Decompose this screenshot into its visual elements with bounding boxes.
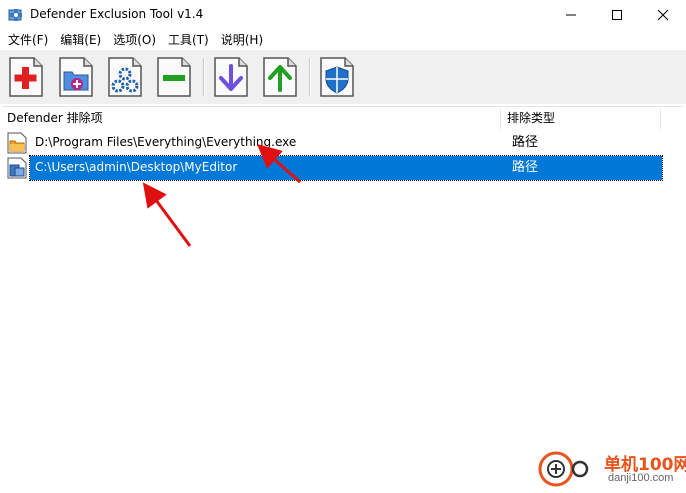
menu-tools[interactable]: 工具(T)	[162, 30, 215, 50]
watermark-url: danji100.com	[608, 472, 674, 484]
app-icon	[8, 9, 22, 21]
file-icon	[7, 132, 27, 154]
menu-bar: 文件(F) 编辑(E) 选项(O) 工具(T) 说明(H)	[0, 30, 686, 50]
add-folder-icon	[59, 57, 93, 97]
maximize-icon	[612, 10, 622, 20]
toolbar-separator	[309, 58, 311, 96]
minimize-icon	[566, 14, 576, 16]
exclusion-path: C:\Users\admin\Desktop\MyEditor	[35, 160, 238, 174]
menu-edit[interactable]: 编辑(E)	[54, 30, 107, 50]
add-folder-button[interactable]	[58, 56, 94, 98]
list-item[interactable]: C:\Users\admin\Desktop\MyEditor 路径	[2, 155, 684, 181]
column-divider[interactable]	[660, 109, 661, 129]
move-up-button[interactable]	[262, 56, 298, 98]
column-header-type[interactable]: 排除类型	[502, 107, 662, 129]
menu-help[interactable]: 说明(H)	[215, 30, 269, 50]
exclusion-type: 路径	[512, 160, 539, 175]
window-title: Defender Exclusion Tool v1.4	[30, 7, 204, 21]
column-header-exclusion[interactable]: Defender 排除项	[2, 107, 502, 129]
process-button[interactable]	[107, 56, 143, 98]
add-file-icon	[9, 57, 43, 97]
exclusion-type: 路径	[512, 135, 539, 150]
column-divider[interactable]	[500, 109, 501, 129]
menu-file[interactable]: 文件(F)	[2, 30, 54, 50]
toolbar	[0, 50, 686, 104]
remove-icon	[157, 57, 191, 97]
exclusion-list[interactable]: Defender 排除项 排除类型 D:\Program Files\Every…	[2, 106, 684, 493]
gears-icon	[108, 57, 142, 97]
list-header: Defender 排除项 排除类型	[2, 107, 684, 129]
close-button[interactable]	[640, 0, 686, 30]
minimize-button[interactable]	[548, 0, 594, 30]
defender-button[interactable]	[319, 56, 355, 98]
defender-shield-icon	[320, 57, 354, 97]
menu-options[interactable]: 选项(O)	[107, 30, 162, 50]
add-file-button[interactable]	[8, 56, 44, 98]
list-item[interactable]: D:\Program Files\Everything\Everything.e…	[2, 130, 684, 155]
maximize-button[interactable]	[594, 0, 640, 30]
title-bar: Defender Exclusion Tool v1.4	[0, 0, 686, 30]
exclusion-path: D:\Program Files\Everything\Everything.e…	[35, 135, 297, 149]
arrow-down-icon	[214, 57, 248, 97]
move-down-button[interactable]	[213, 56, 249, 98]
close-icon	[657, 9, 669, 21]
arrow-up-icon	[263, 57, 297, 97]
folder-icon	[7, 157, 27, 179]
remove-button[interactable]	[156, 56, 192, 98]
toolbar-separator	[203, 58, 205, 96]
